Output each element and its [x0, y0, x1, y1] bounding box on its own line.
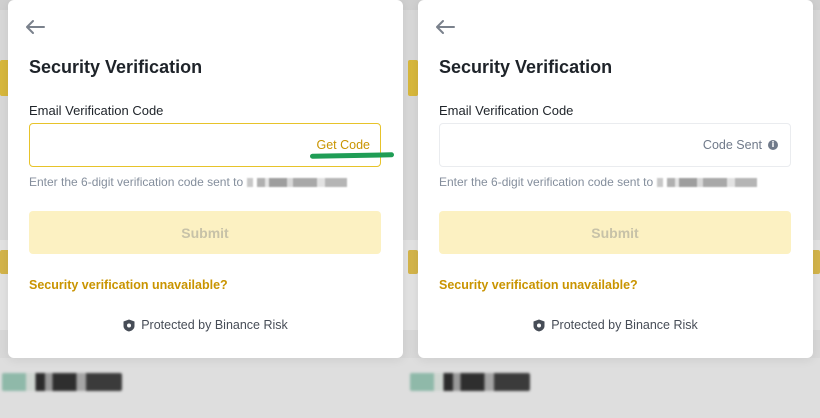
masked-email — [657, 177, 758, 187]
background-yellow-chip — [408, 250, 418, 274]
background-blurred-text — [2, 373, 122, 391]
protection-footer: Protected by Binance Risk — [8, 318, 403, 332]
submit-button[interactable]: Submit — [439, 211, 791, 254]
footer-text: Protected by Binance Risk — [141, 318, 288, 332]
annotation-underline — [309, 152, 395, 159]
email-code-input[interactable] — [40, 134, 280, 156]
back-button[interactable] — [434, 16, 456, 38]
modal-title: Security Verification — [29, 57, 203, 77]
info-icon[interactable]: i — [768, 140, 778, 150]
helper-text: Enter the 6-digit verification code sent… — [439, 175, 758, 189]
helper-text: Enter the 6-digit verification code sent… — [29, 175, 348, 189]
footer-text: Protected by Binance Risk — [551, 318, 698, 332]
security-verification-modal: Security Verification Email Verification… — [8, 0, 403, 358]
verification-unavailable-link[interactable]: Security verification unavailable? — [439, 278, 638, 292]
helper-text-label: Enter the 6-digit verification code sent… — [439, 175, 654, 189]
verification-unavailable-link[interactable]: Security verification unavailable? — [29, 278, 228, 292]
shield-icon — [533, 319, 545, 331]
email-code-input[interactable] — [450, 134, 690, 156]
arrow-left-icon — [26, 20, 45, 34]
email-code-field[interactable]: Code Sent i — [439, 123, 791, 167]
masked-email — [247, 177, 348, 187]
shield-icon — [123, 319, 135, 331]
email-code-label: Email Verification Code — [439, 103, 574, 118]
code-sent-status: Code Sent i — [703, 138, 778, 152]
back-button[interactable] — [24, 16, 46, 38]
arrow-left-icon — [436, 20, 455, 34]
email-code-label: Email Verification Code — [29, 103, 164, 118]
code-sent-label: Code Sent — [702, 138, 762, 152]
background-yellow-chip — [408, 60, 418, 96]
modal-title: Security Verification — [439, 57, 613, 77]
submit-button[interactable]: Submit — [29, 211, 381, 254]
email-code-field[interactable]: Get Code — [29, 123, 381, 167]
protection-footer: Protected by Binance Risk — [418, 318, 813, 332]
get-code-button[interactable]: Get Code — [316, 138, 370, 152]
background-blurred-text — [410, 373, 530, 391]
security-verification-modal: Security Verification Email Verification… — [418, 0, 813, 358]
helper-text-label: Enter the 6-digit verification code sent… — [29, 175, 244, 189]
